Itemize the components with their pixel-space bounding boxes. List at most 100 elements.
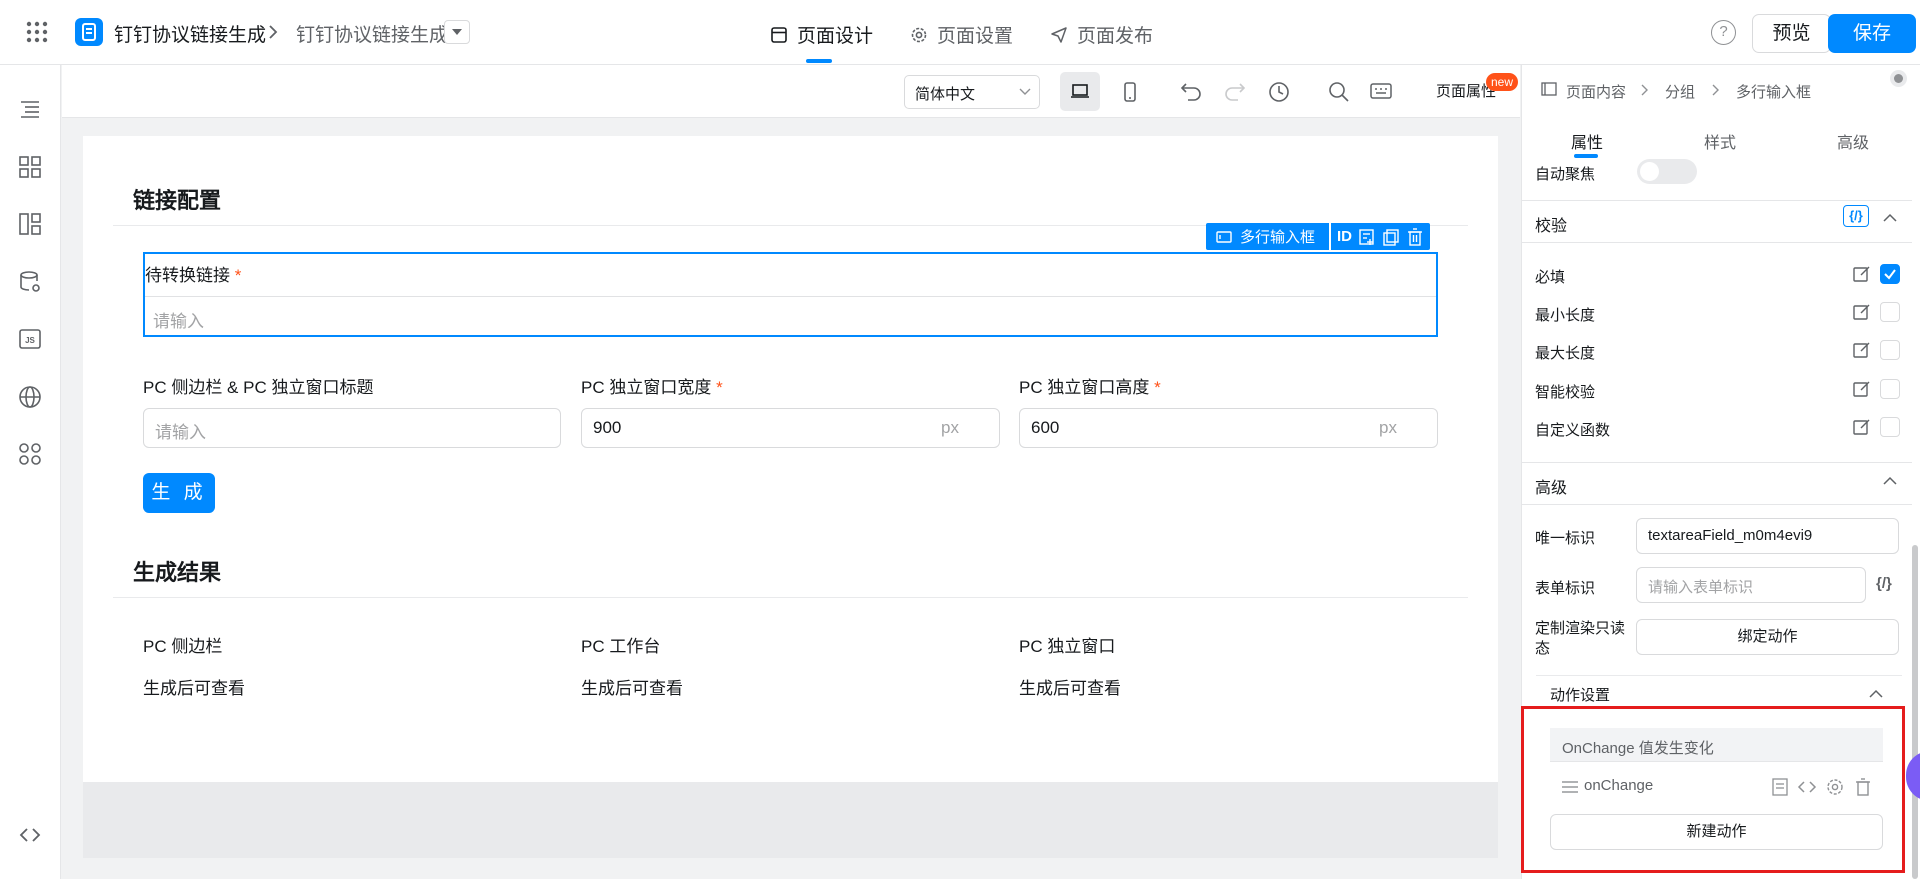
layout-icon	[771, 26, 787, 43]
height-unit: px	[1379, 418, 1397, 437]
form-id-fx-button[interactable]: {/}	[1876, 575, 1892, 592]
chevron-right-icon	[1641, 84, 1649, 96]
breadcrumb-page-content[interactable]: 页面内容	[1566, 81, 1626, 102]
tab-style[interactable]: 样式	[1704, 129, 1736, 153]
tab-page-settings[interactable]: 页面设置	[910, 21, 1013, 48]
search-icon[interactable]	[1328, 81, 1350, 103]
result-label-sidebar: PC 侧边栏	[143, 637, 223, 656]
send-icon	[1051, 26, 1067, 43]
title-input[interactable]: 请输入	[143, 408, 561, 448]
maxlength-checkbox[interactable]	[1880, 340, 1900, 360]
result-value-workbench: 生成后可查看	[581, 679, 683, 698]
minlength-checkbox[interactable]	[1880, 302, 1900, 322]
selected-component-toolbar: 多行输入框 ID	[1206, 223, 1431, 250]
required-mark: *	[234, 266, 242, 285]
advanced-section-title: 高级	[1535, 480, 1568, 497]
breadcrumb-group[interactable]: 分组	[1665, 81, 1695, 102]
add-note-icon[interactable]	[1358, 228, 1376, 246]
divider	[113, 597, 1468, 598]
component-type-label: 多行输入框	[1240, 229, 1316, 246]
section-title-link-config: 链接配置	[133, 188, 222, 213]
chevron-down-icon	[1019, 88, 1031, 95]
mobile-view-button[interactable]	[1110, 72, 1150, 111]
edit-icon[interactable]	[1853, 265, 1871, 283]
section-title-results: 生成结果	[133, 560, 222, 585]
edit-icon[interactable]	[1853, 418, 1871, 436]
canvas-empty-area	[83, 782, 1498, 858]
tab-page-publish[interactable]: 页面发布	[1050, 21, 1153, 48]
keyboard-icon[interactable]	[1370, 81, 1392, 101]
height-value: 600	[1031, 418, 1060, 437]
components-grid-icon[interactable]	[18, 155, 42, 179]
trash-icon[interactable]	[1406, 227, 1424, 246]
result-label-workbench: PC 工作台	[581, 637, 661, 656]
validation-fx-button[interactable]: {/}	[1843, 205, 1869, 227]
copy-icon[interactable]	[1382, 228, 1400, 246]
laptop-icon	[1071, 84, 1089, 98]
validation-required-label: 必填	[1535, 269, 1566, 286]
language-select[interactable]: 简体中文	[904, 75, 1040, 109]
chevron-right-icon	[268, 24, 278, 40]
result-value-window: 生成后可查看	[1019, 679, 1121, 698]
generate-button[interactable]: 生 成	[143, 473, 215, 513]
panel-scrollbar[interactable]	[1912, 545, 1918, 879]
redo-icon[interactable]	[1224, 81, 1246, 101]
code-view-icon[interactable]	[18, 823, 42, 847]
breadcrumb-textarea[interactable]: 多行输入框	[1736, 81, 1811, 102]
undo-icon[interactable]	[1180, 81, 1202, 101]
tab-advanced[interactable]: 高级	[1837, 129, 1869, 153]
component-id-button[interactable]: ID	[1337, 228, 1352, 245]
form-id-input[interactable]: 请输入表单标识	[1636, 567, 1866, 603]
history-clock-icon[interactable]	[1268, 81, 1290, 103]
edit-icon[interactable]	[1853, 341, 1871, 359]
data-source-icon[interactable]	[18, 270, 42, 294]
validation-maxlength-label: 最大长度	[1535, 345, 1596, 362]
width-field-label: PC 独立窗口宽度 *	[581, 378, 723, 397]
preview-button[interactable]: 预览	[1752, 14, 1831, 53]
tab-label: 页面发布	[1077, 26, 1154, 47]
page-dropdown-button[interactable]	[444, 20, 470, 44]
tab-properties[interactable]: 属性	[1571, 129, 1603, 153]
bind-action-button[interactable]: 绑定动作	[1636, 619, 1899, 655]
link-textarea[interactable]: 请输入	[153, 307, 204, 332]
plugins-icon[interactable]	[18, 442, 42, 466]
panel-dot-icon[interactable]	[1890, 70, 1907, 87]
edit-icon[interactable]	[1853, 380, 1871, 398]
page-name[interactable]: 钉钉协议链接生成	[296, 20, 448, 47]
chevron-up-icon[interactable]	[1869, 689, 1883, 699]
custom-function-checkbox[interactable]	[1880, 417, 1900, 437]
selected-textarea-component[interactable]	[143, 252, 1438, 337]
top-bar: 钉钉协议链接生成 钉钉协议链接生成 页面设计 页面设置 页面发布 ? 预览 保存	[0, 0, 1920, 65]
height-input[interactable]: 600 px	[1019, 408, 1438, 448]
layout-blocks-icon[interactable]	[18, 212, 42, 236]
height-field-label: PC 独立窗口高度 *	[1019, 378, 1161, 397]
chevron-up-icon[interactable]	[1883, 476, 1897, 486]
globe-icon[interactable]	[18, 385, 42, 409]
chevron-right-icon	[1712, 84, 1720, 96]
chevron-up-icon[interactable]	[1883, 213, 1897, 223]
result-label-window: PC 独立窗口	[1019, 637, 1116, 656]
edit-icon[interactable]	[1853, 303, 1871, 321]
required-checkbox[interactable]	[1880, 264, 1900, 284]
divider	[1521, 242, 1912, 243]
component-type-tag[interactable]: 多行输入框	[1206, 223, 1332, 250]
desktop-view-button[interactable]	[1060, 72, 1100, 111]
caret-down-icon	[452, 29, 462, 35]
apps-grid-icon[interactable]	[26, 21, 48, 43]
highlight-box	[1521, 706, 1905, 873]
validation-section-title: 校验	[1535, 218, 1568, 235]
auto-focus-toggle[interactable]	[1637, 159, 1697, 184]
width-input[interactable]: 900 px	[581, 408, 1000, 448]
outline-tree-icon[interactable]	[18, 97, 42, 121]
unique-id-input[interactable]: textareaField_m0m4evi9	[1636, 518, 1899, 554]
smart-validation-checkbox[interactable]	[1880, 379, 1900, 399]
js-code-icon[interactable]: JS	[18, 327, 42, 351]
custom-render-label: 定制渲染只读态	[1535, 620, 1626, 657]
save-button[interactable]: 保存	[1828, 14, 1916, 53]
divider	[1521, 462, 1912, 463]
tab-page-design[interactable]: 页面设计	[770, 21, 873, 48]
validation-minlength-label: 最小长度	[1535, 307, 1596, 324]
app-title[interactable]: 钉钉协议链接生成	[114, 20, 266, 47]
phone-icon	[1124, 82, 1136, 102]
help-icon[interactable]: ?	[1711, 20, 1736, 45]
